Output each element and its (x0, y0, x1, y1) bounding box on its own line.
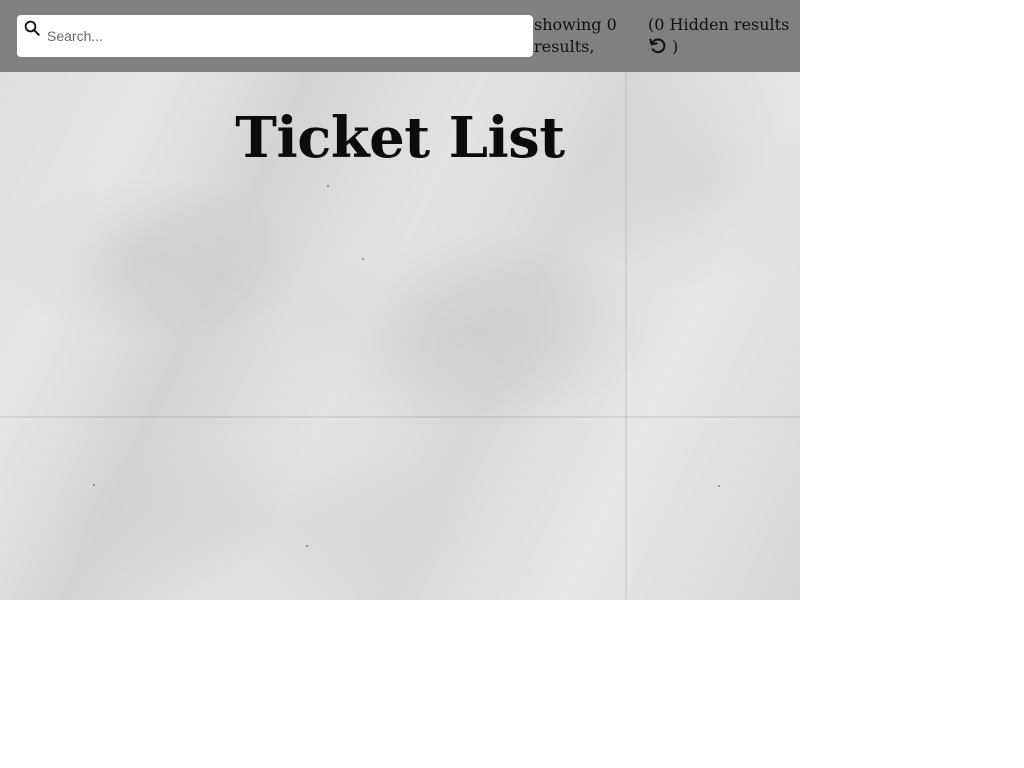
undo-icon[interactable] (648, 36, 667, 55)
wall-speck (93, 484, 95, 486)
hidden-results-status: (0 Hidden results ) (648, 14, 798, 58)
hidden-results-text: (0 Hidden results (648, 15, 790, 34)
results-count-text: showing 0 results, (534, 15, 617, 56)
search-input[interactable] (47, 24, 517, 48)
wall-seam-horizontal (0, 416, 800, 418)
hidden-results-close-paren: ) (672, 37, 679, 56)
app-viewport: showing 0 results, (0 Hidden results ) T… (0, 0, 800, 600)
search-icon (24, 20, 40, 36)
page-title: Ticket List (235, 105, 565, 171)
wall-speck (718, 485, 720, 487)
wall-speck (306, 545, 308, 547)
wall-speck (327, 185, 329, 187)
wall-speck (362, 258, 364, 260)
